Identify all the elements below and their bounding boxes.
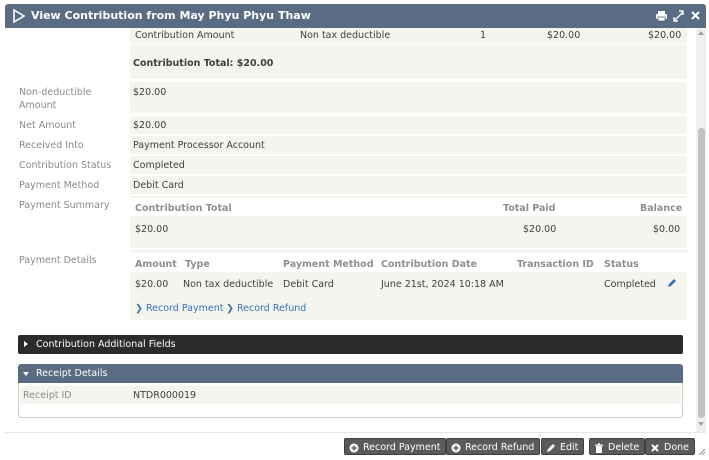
plus-circle-icon <box>349 442 359 453</box>
summary-header: Contribution Total <box>135 203 232 214</box>
dialog-titlebar[interactable]: View Contribution from May Phyu Phyu Tha… <box>5 4 706 28</box>
edit-button[interactable]: Edit <box>541 438 585 455</box>
details-cell: Completed <box>604 279 656 290</box>
summary-value: $20.00 <box>523 224 557 235</box>
contribution-dialog: View Contribution from May Phyu Phyu Tha… <box>5 4 706 456</box>
field-payment-details: Payment Details Amount Type Payment Meth… <box>17 250 687 320</box>
close-icon <box>650 442 660 452</box>
expanded-arrow-icon <box>23 372 29 376</box>
trash-icon <box>594 442 604 453</box>
details-header: Status <box>604 259 639 270</box>
receipt-id-label: Receipt ID <box>23 390 72 401</box>
details-cell: June 21st, 2024 10:18 AM <box>381 279 504 290</box>
summary-value: $0.00 <box>653 224 681 235</box>
details-header: Transaction ID <box>517 259 594 270</box>
done-button[interactable]: Done <box>645 438 695 455</box>
resize-handle-icon[interactable] <box>698 448 706 456</box>
non-deductible-label: Non-deductible Amount <box>19 87 92 111</box>
dialog-body: Contribution Amount Non tax deductible 1… <box>5 28 706 432</box>
non-deductible-value: $20.00 <box>133 87 167 98</box>
field-net-amount: Net Amount $20.00 <box>17 116 687 134</box>
receipt-details-body: Receipt ID NTDR000019 <box>18 383 683 418</box>
delete-button[interactable]: Delete <box>589 438 646 455</box>
status-label: Contribution Status <box>19 160 112 171</box>
receipt-details-panel[interactable]: Receipt Details <box>18 364 683 383</box>
summary-header: Total Paid <box>503 203 556 214</box>
record-refund-link-label: Record Refund <box>237 303 307 314</box>
close-icon[interactable] <box>689 8 702 24</box>
record-payment-button-label: Record Payment <box>363 442 441 453</box>
print-icon[interactable] <box>655 8 668 24</box>
details-header: Amount <box>135 259 177 270</box>
status-value: Completed <box>133 160 185 171</box>
payment-method-value: Debit Card <box>133 180 184 191</box>
dialog-footer: Record Payment Record Refund Edit Delete… <box>5 432 706 456</box>
record-payment-link[interactable]: ❯ Record Payment <box>135 302 223 315</box>
line-item-qty: 1 <box>480 30 487 41</box>
record-refund-button-label: Record Refund <box>465 442 535 453</box>
contribution-total: Contribution Total: $20.00 <box>133 58 274 69</box>
details-cell: Non tax deductible <box>183 279 274 290</box>
scroll-up-icon[interactable] <box>698 31 704 35</box>
details-header: Payment Method <box>283 259 374 270</box>
details-header-row: Amount Type Payment Method Contribution … <box>130 253 687 272</box>
receipt-details-title: Receipt Details <box>36 368 108 379</box>
field-non-deductible: Non-deductible Amount $20.00 <box>17 82 687 113</box>
line-item-label: Contribution Amount <box>135 30 235 41</box>
details-header: Contribution Date <box>381 259 477 270</box>
record-refund-button[interactable]: Record Refund <box>446 438 541 455</box>
receipt-id-value: NTDR000019 <box>133 390 197 401</box>
net-amount-value: $20.00 <box>133 120 167 131</box>
field-received-into: Received Into Payment Processor Account <box>17 136 687 154</box>
scrollbar[interactable] <box>696 28 706 432</box>
payment-method-label: Payment Method <box>19 180 100 191</box>
record-payment-link-label: Record Payment <box>146 303 224 314</box>
collapsed-arrow-icon <box>24 341 28 347</box>
scrollbar-thumb[interactable] <box>698 128 705 418</box>
summary-header-row: Contribution Total Total Paid Balance <box>130 198 687 216</box>
payment-summary-label: Payment Summary <box>19 200 110 211</box>
line-item-type: Non tax deductible <box>300 30 391 41</box>
field-status: Contribution Status Completed <box>17 156 687 174</box>
additional-fields-title: Contribution Additional Fields <box>36 339 176 350</box>
table-row: $20.00 Non tax deductible Debit Card Jun… <box>130 273 687 294</box>
edit-button-label: Edit <box>560 442 579 453</box>
plus-circle-icon <box>451 442 461 453</box>
line-item-total: $20.00 <box>648 30 682 41</box>
dialog-title: View Contribution from May Phyu Phyu Tha… <box>31 9 311 22</box>
scroll-down-icon[interactable] <box>698 422 704 426</box>
field-payment-method: Payment Method Debit Card <box>17 176 687 194</box>
additional-fields-panel[interactable]: Contribution Additional Fields <box>18 335 683 354</box>
record-payment-button[interactable]: Record Payment <box>344 438 447 455</box>
field-payment-summary: Payment Summary Contribution Total Total… <box>17 196 687 248</box>
contribution-total-row: Contribution Total: $20.00 <box>17 45 687 79</box>
receipt-id-row: Receipt ID NTDR000019 <box>20 386 681 404</box>
pencil-icon <box>546 442 556 452</box>
received-into-value: Payment Processor Account <box>133 140 265 151</box>
summary-header: Balance <box>640 203 683 214</box>
details-header: Type <box>185 259 210 270</box>
received-into-label: Received Into <box>19 140 84 151</box>
line-item-row: Contribution Amount Non tax deductible 1… <box>17 28 687 44</box>
delete-button-label: Delete <box>608 442 640 453</box>
expand-icon[interactable] <box>672 8 685 24</box>
edit-payment-icon[interactable] <box>667 278 677 288</box>
net-amount-label: Net Amount <box>19 120 77 131</box>
details-cell: Debit Card <box>283 279 334 290</box>
record-refund-link[interactable]: ❯ Record Refund <box>226 302 306 315</box>
line-item-unit-price: $20.00 <box>547 30 581 41</box>
payment-details-label: Payment Details <box>19 255 97 266</box>
dialog-toggle-icon[interactable] <box>13 9 25 23</box>
done-button-label: Done <box>664 442 689 453</box>
details-cell: $20.00 <box>135 279 169 290</box>
summary-value: $20.00 <box>135 224 169 235</box>
